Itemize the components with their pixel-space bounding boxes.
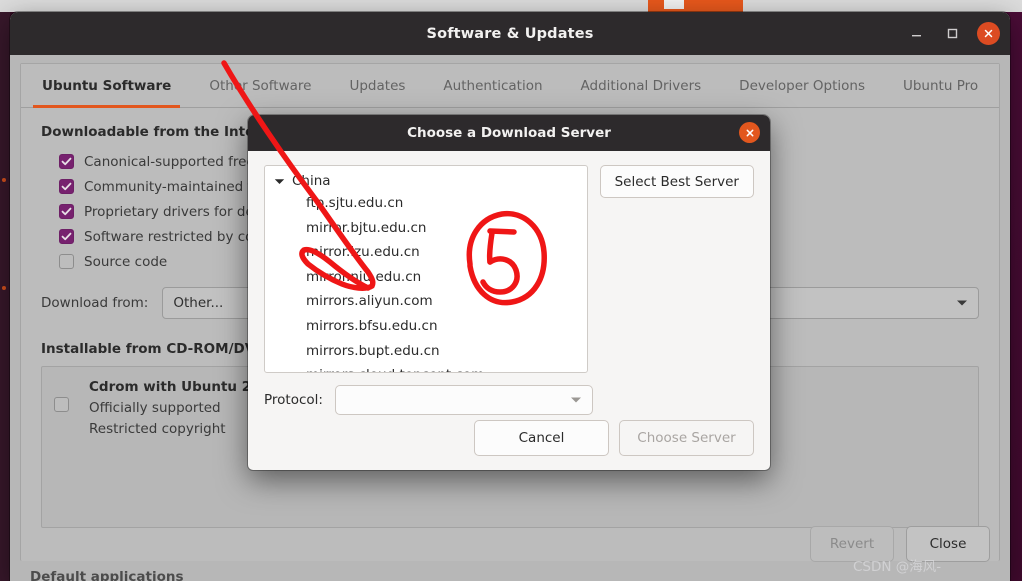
choose-download-server-dialog: Choose a Download Server China ftp.sjtu.… — [248, 115, 770, 470]
window-titlebar: Software & Updates — [10, 12, 1010, 55]
dialog-actions: Cancel Choose Server — [474, 420, 754, 456]
cancel-button[interactable]: Cancel — [474, 420, 609, 456]
dialog-body: China ftp.sjtu.edu.cn mirror.bjtu.edu.cn… — [248, 151, 770, 373]
list-item[interactable]: mirrors.aliyun.com — [265, 289, 587, 314]
server-group-china[interactable]: China — [265, 172, 587, 191]
tab-ubuntu-software[interactable]: Ubuntu Software — [23, 64, 190, 108]
select-best-server-button[interactable]: Select Best Server — [599, 165, 754, 198]
tab-ubuntu-pro[interactable]: Ubuntu Pro — [884, 64, 997, 107]
checkbox-main[interactable] — [59, 154, 74, 169]
list-item[interactable]: mirrors.bfsu.edu.cn — [265, 314, 587, 339]
server-list[interactable]: China ftp.sjtu.edu.cn mirror.bjtu.edu.cn… — [264, 165, 588, 373]
list-item[interactable]: mirror.nju.edu.cn — [265, 265, 587, 290]
revert-button[interactable]: Revert — [810, 526, 894, 562]
server-group-label: China — [292, 173, 331, 189]
tab-label: Developer Options — [739, 77, 865, 94]
chevron-down-icon — [956, 295, 968, 311]
tab-additional-drivers[interactable]: Additional Drivers — [562, 64, 721, 107]
window-title: Software & Updates — [426, 25, 594, 42]
download-from-value: Other... — [173, 295, 224, 311]
list-item[interactable]: mirrors.bupt.edu.cn — [265, 339, 587, 364]
desktop-top-panel — [0, 0, 1022, 12]
list-item[interactable]: mirror.bjtu.edu.cn — [265, 216, 587, 241]
desktop-dock-strip — [0, 12, 10, 581]
checkbox-multiverse[interactable] — [59, 229, 74, 244]
checkbox-label-source-code: Source code — [84, 253, 168, 270]
choose-server-button[interactable]: Choose Server — [619, 420, 754, 456]
tab-label: Ubuntu Software — [42, 77, 172, 94]
chevron-down-icon — [570, 392, 582, 408]
checkbox-universe[interactable] — [59, 179, 74, 194]
tab-label: Additional Drivers — [580, 77, 702, 94]
tab-label: Updates — [349, 77, 406, 94]
protocol-label: Protocol: — [264, 392, 323, 408]
background-page-text: Default applications — [30, 569, 184, 581]
tab-developer-options[interactable]: Developer Options — [720, 64, 884, 107]
list-item[interactable]: mirror.lzu.edu.cn — [265, 240, 587, 265]
tab-label: Authentication — [443, 77, 543, 94]
close-icon[interactable] — [977, 22, 1000, 45]
maximize-icon[interactable] — [941, 23, 963, 45]
dialog-titlebar: Choose a Download Server — [248, 115, 770, 151]
close-icon[interactable] — [739, 122, 760, 143]
tab-label: Ubuntu Pro — [902, 77, 979, 94]
desktop-tab-highlight — [664, 0, 684, 9]
dialog-title: Choose a Download Server — [407, 125, 611, 141]
tab-updates[interactable]: Updates — [330, 64, 424, 107]
protocol-row: Protocol: — [248, 373, 770, 415]
chevron-down-icon[interactable] — [274, 173, 285, 189]
dock-indicator-icon — [2, 178, 6, 182]
download-from-label: Download from: — [41, 295, 149, 311]
tab-label: Other Software — [209, 77, 312, 94]
close-button[interactable]: Close — [906, 526, 990, 562]
dock-indicator-icon — [2, 286, 6, 290]
minimize-icon[interactable] — [905, 23, 927, 45]
checkbox-restricted[interactable] — [59, 204, 74, 219]
checkbox-source-code[interactable] — [59, 254, 74, 269]
list-item[interactable]: mirrors.cloud.tencent.com — [265, 363, 587, 372]
tab-other-software[interactable]: Other Software — [190, 64, 330, 107]
tab-bar: Ubuntu Software Other Software Updates A… — [21, 64, 999, 108]
window-controls — [905, 12, 1000, 55]
checkbox-cdrom[interactable] — [54, 397, 69, 412]
list-item[interactable]: ftp.sjtu.edu.cn — [265, 191, 587, 216]
protocol-select[interactable] — [334, 385, 593, 415]
tab-authentication[interactable]: Authentication — [424, 64, 561, 107]
